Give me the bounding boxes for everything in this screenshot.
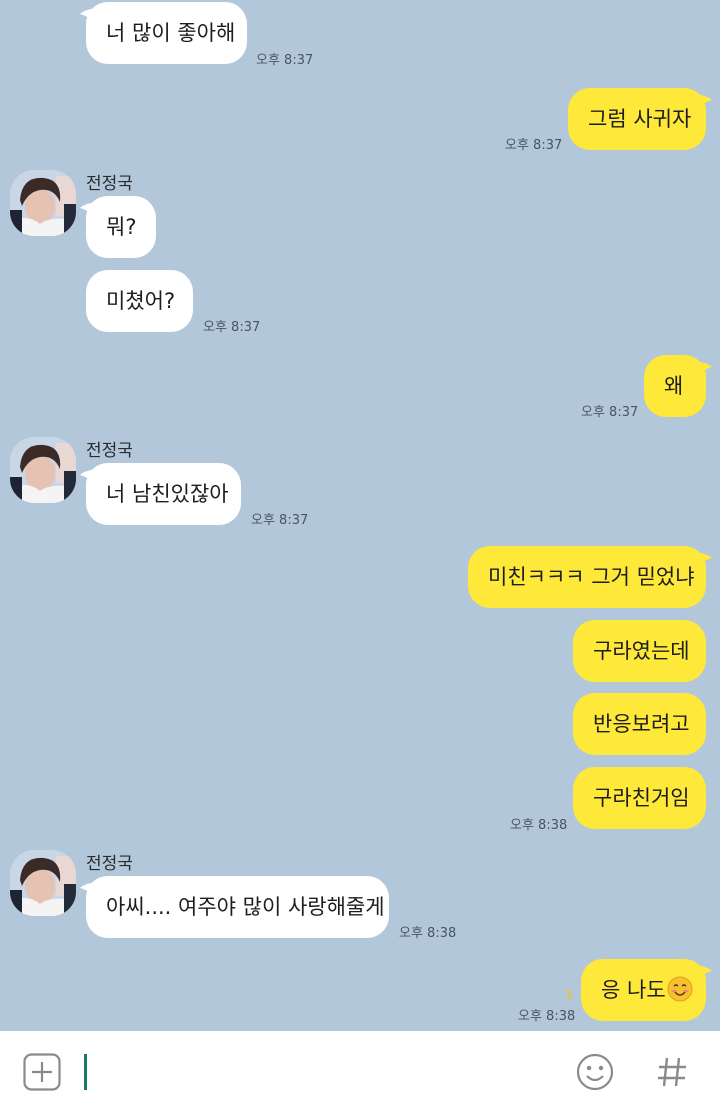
contact-avatar[interactable]: [10, 437, 76, 503]
message-time: 오후 8:37: [256, 53, 314, 68]
message-text: 구라였는데: [593, 639, 690, 663]
sender-name: 전정국: [86, 174, 133, 194]
message-input[interactable]: [84, 1053, 554, 1091]
emoticon-button[interactable]: [576, 1053, 614, 1091]
text-cursor: [84, 1054, 87, 1090]
outgoing-message-bubble[interactable]: 미친ㅋㅋㅋ 그거 믿었냐: [468, 546, 712, 608]
bubble-tail: [696, 965, 712, 981]
incoming-message-bubble[interactable]: 너 많이 좋아해: [80, 2, 247, 64]
hashtag-search-button[interactable]: [656, 1053, 688, 1091]
profile-photo: [10, 850, 76, 916]
message-text: 구라친거임: [593, 786, 690, 810]
incoming-message-bubble[interactable]: 너 남친있잖아: [80, 463, 241, 525]
message-time: 오후 8:38: [510, 818, 568, 833]
message-text: 반응보려고: [593, 712, 690, 736]
hashtag-icon: [658, 1057, 686, 1087]
message-text: 너 많이 좋아해: [106, 21, 236, 45]
plus-square-icon: [23, 1053, 61, 1091]
attach-button[interactable]: [23, 1053, 61, 1091]
incoming-message-bubble[interactable]: 뭐?: [80, 196, 156, 258]
outgoing-message-bubble[interactable]: 구라였는데: [573, 620, 706, 682]
incoming-message-bubble[interactable]: 미쳤어?: [86, 270, 193, 332]
outgoing-message-bubble[interactable]: 그럼 사귀자: [568, 88, 712, 150]
chat-area[interactable]: 너 많이 좋아해 오후 8:37 그럼 사귀자 오후 8:37 전정국 뭐? 미…: [0, 0, 720, 1031]
unread-count-badge: 1: [565, 988, 574, 1002]
message-text: 뭐?: [106, 215, 137, 239]
message-text: 응 나도: [601, 978, 666, 1002]
message-time: 오후 8:37: [581, 405, 639, 420]
bubble-tail: [696, 361, 712, 377]
outgoing-message-bubble[interactable]: 구라친거임: [573, 767, 706, 829]
profile-photo: [10, 437, 76, 503]
message-text: 미친ㅋㅋㅋ 그거 믿었냐: [488, 565, 695, 589]
sender-name: 전정국: [86, 441, 133, 461]
message-text: 미쳤어?: [106, 289, 176, 313]
sender-name: 전정국: [86, 854, 133, 874]
message-time: 오후 8:38: [399, 926, 457, 941]
message-text: 아씨.... 여주야 많이 사랑해줄게: [106, 895, 385, 919]
outgoing-message-bubble[interactable]: 왜: [644, 355, 712, 417]
message-text: 너 남친있잖아: [106, 482, 229, 506]
incoming-message-bubble[interactable]: 아씨.... 여주야 많이 사랑해줄게: [80, 876, 389, 938]
message-text: 왜: [664, 374, 684, 398]
message-time: 오후 8:37: [251, 513, 309, 528]
bubble-tail: [80, 8, 96, 24]
smiley-face-icon: [576, 1053, 614, 1091]
outgoing-message-bubble[interactable]: 반응보려고: [573, 693, 706, 755]
contact-avatar[interactable]: [10, 170, 76, 236]
bubble-tail: [80, 469, 96, 485]
bubble-tail: [80, 882, 96, 898]
profile-photo: [10, 170, 76, 236]
message-time: 오후 8:37: [505, 138, 563, 153]
message-input-bar: [0, 1031, 720, 1111]
bubble-tail: [80, 202, 96, 218]
bubble-tail: [696, 94, 712, 110]
smiling-face-emoji-icon: [667, 976, 693, 1002]
outgoing-message-bubble[interactable]: 응 나도: [581, 959, 712, 1021]
bubble-tail: [696, 552, 712, 568]
message-time: 오후 8:38: [518, 1009, 576, 1024]
message-text: 그럼 사귀자: [588, 107, 692, 131]
contact-avatar[interactable]: [10, 850, 76, 916]
message-time: 오후 8:37: [203, 320, 261, 335]
